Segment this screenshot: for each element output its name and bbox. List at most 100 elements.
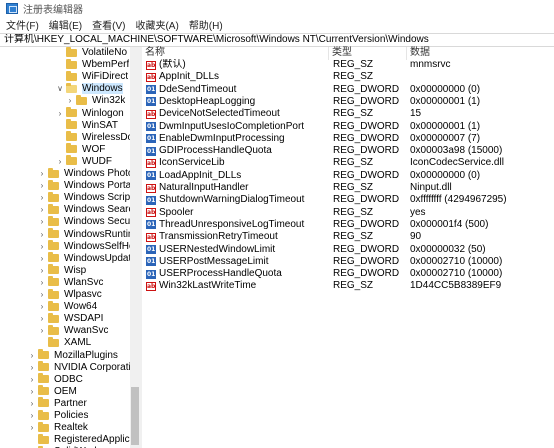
tree-item[interactable]: › WindowsSelfHo — [38, 240, 135, 252]
value-row[interactable]: 01 EnableDwmInputProcessing REG_DWORD 0x000… — [142, 133, 554, 145]
tree-item[interactable]: WiFiDirect — [56, 70, 128, 82]
value-row[interactable]: ab Win32kLastWriteTime REG_SZ 1D44CC5B8389E… — [142, 280, 554, 292]
value-row[interactable]: ab DeviceNotSelectedTimeout REG_SZ 15 — [142, 108, 554, 120]
value-data: 1D44CC5B8389EF9 — [410, 280, 502, 292]
tree-item[interactable]: › WlanSvc — [38, 276, 103, 288]
tree-item[interactable]: › WwanSvc — [38, 324, 108, 336]
menu-file[interactable]: 文件(F) — [6, 17, 39, 32]
chevron-right-icon[interactable]: › — [28, 386, 36, 397]
chevron-right-icon[interactable]: › — [38, 204, 46, 215]
tree-item[interactable]: › Windows Photo — [38, 167, 133, 179]
tree-item[interactable]: › Wisp — [38, 264, 86, 276]
tree-item[interactable]: › Wlpasvc — [38, 288, 102, 300]
chevron-right-icon[interactable]: › — [38, 180, 46, 191]
tree-item[interactable]: VolatileNo — [56, 47, 127, 58]
tree-item[interactable]: XAML — [38, 336, 91, 348]
tree-item[interactable]: › Windows Search — [38, 203, 137, 215]
value-name: Spooler — [159, 206, 194, 218]
value-row[interactable]: ab NaturalInputHandler REG_SZ Ninput.dll — [142, 182, 554, 194]
menu-edit[interactable]: 编辑(E) — [49, 17, 82, 32]
value-row[interactable]: 01 USERNestedWindowLimit REG_DWORD 0x000000… — [142, 244, 554, 256]
value-row[interactable]: 01 ShutdownWarningDialogTimeout REG_DWORD 0… — [142, 194, 554, 206]
tree-item[interactable]: › Windows Script — [38, 191, 133, 203]
chevron-right-icon[interactable]: › — [38, 192, 46, 203]
tree-item[interactable]: › WUDF — [56, 155, 112, 167]
tree-item[interactable]: › Windows Securi — [38, 215, 136, 227]
tree-item[interactable]: ∨ Windows — [56, 82, 123, 95]
chevron-right-icon[interactable]: › — [38, 277, 46, 288]
value-name: (默认) — [159, 59, 186, 70]
chevron-right-icon[interactable]: › — [28, 398, 36, 409]
value-name: GDIProcessHandleQuota — [159, 145, 272, 157]
binary-value-icon: 01 — [146, 195, 156, 205]
chevron-right-icon[interactable]: › — [38, 289, 46, 300]
chevron-right-icon[interactable]: › — [28, 350, 36, 361]
chevron-right-icon[interactable]: › — [38, 313, 46, 324]
tree-item[interactable]: › Win32k — [66, 94, 125, 106]
tree-item[interactable]: WbemPerf — [56, 58, 129, 70]
tree-item[interactable]: WOF — [56, 143, 105, 155]
chevron-right-icon[interactable]: › — [38, 229, 46, 240]
value-row[interactable]: ab TransmissionRetryTimeout REG_SZ 90 — [142, 231, 554, 243]
value-row[interactable]: 01 DdeSendTimeout REG_DWORD 0x00000000 (0) — [142, 84, 554, 96]
menu-help[interactable]: 帮助(H) — [189, 17, 223, 32]
chevron-right-icon[interactable]: › — [38, 325, 46, 336]
chevron-right-icon[interactable]: › — [56, 156, 64, 167]
chevron-right-icon[interactable]: › — [38, 253, 46, 264]
value-row[interactable]: 01 ThreadUnresponsiveLogTimeout REG_DWORD 0… — [142, 219, 554, 231]
value-row[interactable]: 01 GDIProcessHandleQuota REG_DWORD 0x00003a… — [142, 145, 554, 157]
chevron-right-icon[interactable]: › — [28, 374, 36, 385]
chevron-right-icon[interactable]: › — [56, 108, 64, 119]
menu-view[interactable]: 查看(V) — [92, 17, 125, 32]
tree-item[interactable]: › Partner — [28, 397, 87, 409]
value-row[interactable]: ab AppInit_DLLs REG_SZ — [142, 71, 554, 83]
tree-item[interactable]: › ODBC — [28, 373, 83, 385]
registry-key-tree[interactable]: VolatileNo WbemPerf WiFiDirect ∨ Windows › Win… — [0, 47, 137, 448]
tree-item[interactable]: › Policies — [28, 409, 88, 421]
chevron-right-icon[interactable]: › — [28, 410, 36, 421]
value-row[interactable]: ab Spooler REG_SZ yes — [142, 207, 554, 219]
value-row[interactable]: 01 LoadAppInit_DLLs REG_DWORD 0x00000000 (0… — [142, 170, 554, 182]
tree-item[interactable]: › NVIDIA Corporatio — [28, 361, 136, 373]
value-name-cell: 01 DesktopHeapLogging — [146, 96, 328, 108]
chevron-right-icon[interactable]: › — [38, 241, 46, 252]
value-type: REG_DWORD — [333, 120, 400, 132]
tree-scrollbar-thumb[interactable] — [131, 387, 139, 445]
chevron-right-icon[interactable]: › — [38, 168, 46, 179]
tree-item[interactable]: › Wow64 — [38, 300, 97, 312]
chevron-right-icon[interactable]: › — [38, 216, 46, 227]
tree-item[interactable]: › Windows Portab — [38, 179, 137, 191]
chevron-right-icon[interactable]: › — [28, 422, 36, 433]
tree-scrollbar[interactable] — [130, 47, 140, 448]
chevron-right-icon[interactable]: › — [38, 301, 46, 312]
tree-item[interactable]: WinSAT — [56, 119, 118, 131]
tree-item[interactable]: › WSDAPI — [38, 312, 103, 324]
folder-icon — [66, 82, 77, 93]
chevron-right-icon[interactable]: › — [28, 362, 36, 373]
value-name-cell: 01 DdeSendTimeout — [146, 84, 328, 96]
chevron-down-icon[interactable]: ∨ — [56, 83, 64, 94]
value-row[interactable]: ab IconServiceLib REG_SZ IconCodecService.d… — [142, 157, 554, 169]
folder-icon — [48, 336, 59, 347]
value-row[interactable]: ab (默认) REG_SZ mnmsrvc — [142, 59, 554, 71]
tree-item-label: WindowsRuntim — [64, 228, 137, 240]
address-bar[interactable]: 计算机\HKEY_LOCAL_MACHINE\SOFTWARE\Microsof… — [0, 33, 554, 47]
tree-item[interactable]: › WindowsUpdate — [38, 252, 137, 264]
tree-item[interactable]: RegisteredApplica — [28, 433, 135, 445]
no-chevron — [56, 120, 64, 131]
binary-value-icon: 01 — [146, 85, 156, 95]
tree-item-label: ODBC — [54, 373, 83, 385]
value-row[interactable]: 01 USERProcessHandleQuota REG_DWORD 0x00002… — [142, 268, 554, 280]
tree-item[interactable]: › OEM — [28, 385, 77, 397]
tree-item[interactable]: WirelessDo — [56, 131, 133, 143]
value-row[interactable]: 01 USERPostMessageLimit REG_DWORD 0x0000271… — [142, 256, 554, 268]
tree-item[interactable]: › Winlogon — [56, 107, 124, 119]
chevron-right-icon[interactable]: › — [38, 265, 46, 276]
tree-item[interactable]: › MozillaPlugins — [28, 349, 118, 361]
menu-favorites[interactable]: 收藏夹(A) — [135, 17, 178, 32]
value-row[interactable]: 01 DesktopHeapLogging REG_DWORD 0x00000001 … — [142, 96, 554, 108]
tree-item[interactable]: › Realtek — [28, 421, 88, 433]
tree-item[interactable]: › WindowsRuntim — [38, 228, 137, 240]
value-row[interactable]: 01 DwmInputUsesIoCompletionPort REG_DWORD 0… — [142, 121, 554, 133]
chevron-right-icon[interactable]: › — [66, 95, 74, 106]
